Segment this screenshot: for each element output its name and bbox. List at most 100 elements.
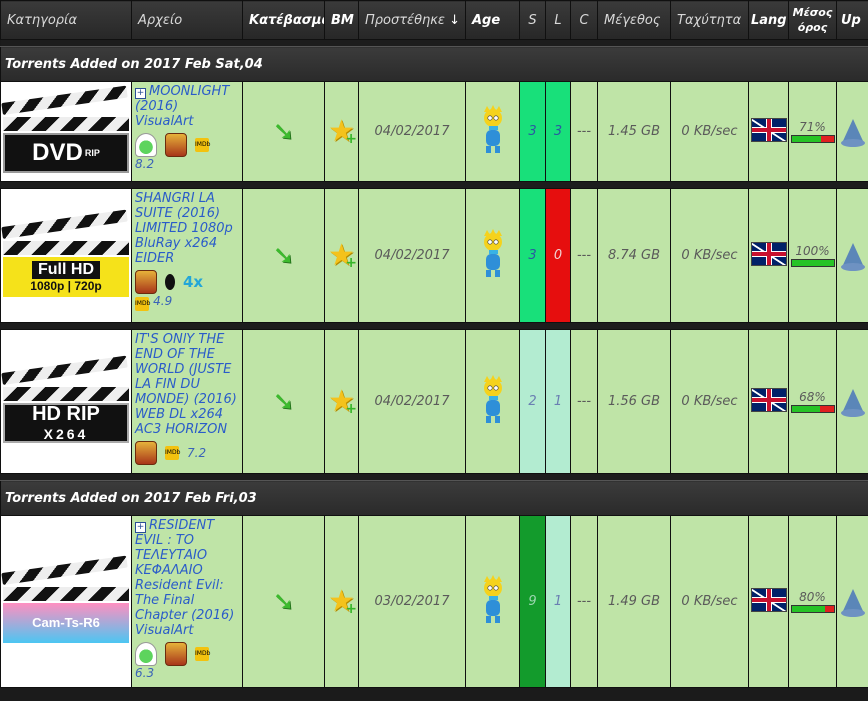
imdb-rating: 4.9 [153, 294, 173, 308]
dvdrip-category-icon: DVD RIP [1, 85, 131, 175]
download-arrow-icon[interactable]: ➘ [273, 587, 295, 617]
up-cell[interactable] [836, 515, 868, 688]
torrent-table: Κατηγορία Αρχείο Κατέβασμα BM Προστέθηκε… [0, 0, 868, 688]
average-bar [790, 605, 835, 613]
header-category[interactable]: Κατηγορία [0, 0, 132, 40]
download-cell[interactable]: ➘ [242, 81, 325, 182]
torrent-title-link[interactable]: MOONLIGHT (2016) VisualArt [135, 84, 229, 129]
category-cell[interactable]: DVD RIP [0, 81, 132, 182]
up-cell[interactable] [836, 81, 868, 182]
average-cell: 80% [788, 515, 837, 688]
download-arrow-icon[interactable]: ➘ [273, 241, 295, 271]
date-added: 03/02/2017 [358, 515, 466, 688]
separator [0, 473, 868, 481]
category-cell[interactable]: Cam-Ts-R6 [0, 515, 132, 688]
upload-cone-icon[interactable] [840, 118, 865, 147]
expand-icon[interactable]: + [135, 522, 146, 533]
header-speed[interactable]: Ταχύτητα [670, 0, 749, 40]
expand-icon[interactable]: + [135, 88, 146, 99]
imdb-icon[interactable]: IMDb [165, 446, 180, 460]
date-added: 04/02/2017 [358, 329, 466, 474]
torrent-title-link[interactable]: IT'S ONlY THE END OF THE WORLD (JUSTE LA… [135, 332, 237, 437]
category-cell[interactable]: Full HD 1080p | 720p [0, 188, 132, 323]
seeders-count[interactable]: 3 [519, 81, 546, 182]
download-arrow-icon[interactable]: ➘ [273, 387, 295, 417]
hdrip-category-icon: HD RIP X264 [1, 355, 131, 445]
star-bookmark-icon[interactable]: ★ + [328, 384, 357, 419]
lang-cell [748, 329, 789, 474]
disc-icon [165, 274, 175, 290]
completed-count: --- [570, 515, 598, 688]
header-file[interactable]: Αρχείο [131, 0, 243, 40]
table-row: Full HD 1080p | 720p SHANGRI LA SUITE (20… [0, 188, 868, 323]
file-size: 1.45 GB [597, 81, 671, 182]
header-added[interactable]: Προστέθηκε ↓ [358, 0, 466, 40]
lang-cell [748, 188, 789, 323]
treasure-chest-icon [165, 133, 187, 157]
category-cell[interactable]: HD RIP X264 [0, 329, 132, 474]
group-header: Torrents Added on 2017 Feb Sat,04 [0, 46, 868, 82]
average-cell: 71% [788, 81, 837, 182]
lang-cell [748, 81, 789, 182]
fullhd-category-icon: Full HD 1080p | 720p [1, 209, 131, 299]
table-row: Cam-Ts-R6 + RESIDENT EVIL : ΤΟ ΤΕΛΕΥΤΑΙΟ … [0, 515, 868, 688]
separator [0, 39, 868, 47]
age-cell [465, 329, 520, 474]
torrent-title-link[interactable]: RESIDENT EVIL : ΤΟ ΤΕΛΕΥΤΑΙΟ ΚΕΦΑΛΑΙΟ Re… [135, 518, 234, 638]
header-age[interactable]: Age [465, 0, 520, 40]
maggie-simpson-icon [483, 374, 502, 423]
treasure-chest-icon [135, 441, 157, 465]
maggie-simpson-icon [483, 574, 502, 623]
separator [0, 322, 868, 330]
average-percent: 68% [799, 390, 826, 404]
direct-download-icon[interactable] [135, 133, 157, 157]
leechers-count[interactable]: 0 [545, 188, 571, 323]
header-added-label: Προστέθηκε [365, 12, 445, 28]
imdb-icon[interactable]: IMDb [135, 297, 150, 311]
star-bookmark-icon[interactable]: ★ + [328, 238, 357, 273]
seeders-count[interactable]: 9 [519, 515, 546, 688]
leechers-count[interactable]: 1 [545, 329, 571, 474]
header-leechers[interactable]: L [545, 0, 571, 40]
up-cell[interactable] [836, 188, 868, 323]
uk-flag-icon [750, 241, 787, 266]
average-cell: 100% [788, 188, 837, 323]
imdb-icon[interactable]: IMDb [195, 647, 210, 661]
seeders-count[interactable]: 3 [519, 188, 546, 323]
upload-cone-icon[interactable] [840, 242, 865, 271]
lang-cell [748, 515, 789, 688]
header-size[interactable]: Μέγεθος [597, 0, 671, 40]
star-bookmark-icon[interactable]: ★ + [328, 584, 357, 619]
average-cell: 68% [788, 329, 837, 474]
group-header: Torrents Added on 2017 Feb Fri,03 [0, 480, 868, 516]
direct-download-icon[interactable] [135, 642, 157, 666]
leechers-count[interactable]: 3 [545, 81, 571, 182]
torrent-title-link[interactable]: SHANGRI LA SUITE (2016) LIMITED 1080p Bl… [135, 191, 233, 266]
download-arrow-icon[interactable]: ➘ [273, 117, 295, 147]
average-bar [790, 259, 835, 267]
imdb-icon[interactable]: IMDb [195, 138, 210, 152]
file-cell: + MOONLIGHT (2016) VisualArt IMDb 8.2 [131, 81, 243, 182]
average-percent: 100% [795, 244, 830, 258]
age-cell [465, 188, 520, 323]
upload-cone-icon[interactable] [840, 388, 865, 417]
bookmark-cell[interactable]: ★ + [324, 81, 359, 182]
download-cell[interactable]: ➘ [242, 515, 325, 688]
star-bookmark-icon[interactable]: ★ + [328, 114, 357, 149]
transfer-speed: 0 KB/sec [670, 188, 749, 323]
header-completed[interactable]: C [570, 0, 598, 40]
bookmark-cell[interactable]: ★ + [324, 329, 359, 474]
seeders-count[interactable]: 2 [519, 329, 546, 474]
bookmark-cell[interactable]: ★ + [324, 188, 359, 323]
table-row: DVD RIP + MOONLIGHT (2016) VisualArt IMDb … [0, 81, 868, 182]
download-cell[interactable]: ➘ [242, 329, 325, 474]
header-seeders[interactable]: S [519, 0, 546, 40]
uk-flag-icon [750, 587, 787, 612]
download-cell[interactable]: ➘ [242, 188, 325, 323]
bookmark-cell[interactable]: ★ + [324, 515, 359, 688]
header-lang: Lang [748, 0, 789, 40]
leechers-count[interactable]: 1 [545, 515, 571, 688]
upload-cone-icon[interactable] [840, 588, 865, 617]
age-cell [465, 81, 520, 182]
up-cell[interactable] [836, 329, 868, 474]
